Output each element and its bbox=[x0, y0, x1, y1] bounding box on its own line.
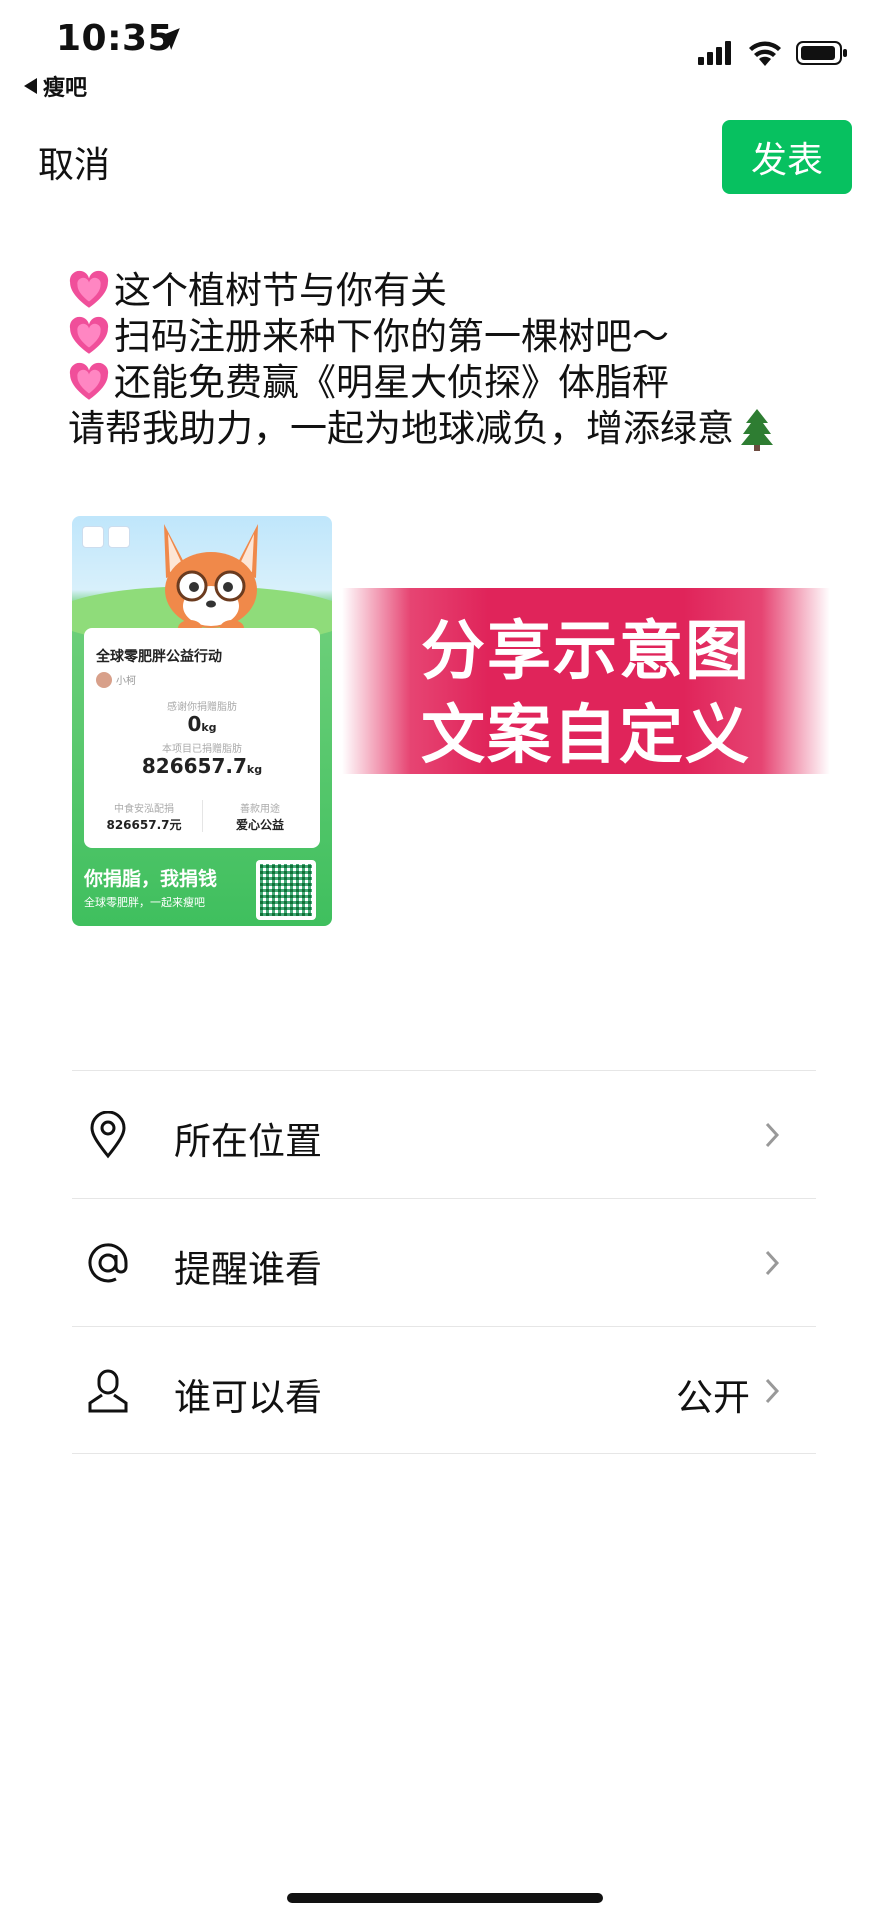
option-visibility[interactable]: 谁可以看 公开 bbox=[72, 1326, 816, 1454]
total-label: 本项目已捐赠脂肪 bbox=[162, 744, 242, 755]
overlay-banner: 分享示意图 文案自定义 bbox=[342, 588, 830, 774]
option-location[interactable]: 所在位置 bbox=[72, 1070, 816, 1198]
system-icons bbox=[698, 40, 848, 66]
card-title: 全球零肥胖公益行动 bbox=[96, 649, 222, 665]
tree-icon bbox=[741, 409, 773, 451]
card-slogan: 你捐脂，我捐钱 bbox=[84, 868, 218, 890]
donation-label: 中食安泓配捐 bbox=[114, 804, 174, 815]
sponsor-logo-icon bbox=[82, 526, 104, 548]
total-value: 826657.7kg bbox=[141, 754, 263, 778]
home-indicator[interactable] bbox=[287, 1893, 603, 1903]
person-icon bbox=[84, 1367, 132, 1415]
heart-icon bbox=[69, 270, 109, 308]
chevron-right-icon bbox=[765, 1122, 780, 1148]
thanks-value: 0kg bbox=[187, 712, 217, 736]
back-triangle-icon bbox=[24, 78, 37, 94]
heart-icon bbox=[69, 362, 109, 400]
option-label: 谁可以看 bbox=[174, 1376, 322, 1419]
post-line-text: 还能免费赢《明星大侦探》体脂秤 bbox=[114, 361, 669, 404]
post-text-area[interactable]: 这个植树节与你有关 扫码注册来种下你的第一棵树吧～ 还能免费赢《明星大侦探》体脂… bbox=[68, 268, 848, 452]
option-value: 公开 bbox=[676, 1376, 750, 1419]
fox-mascot-icon bbox=[164, 524, 258, 636]
chevron-right-icon bbox=[765, 1378, 780, 1404]
usage-value: 爱心公益 bbox=[235, 818, 284, 832]
back-app-label: 瘦吧 bbox=[43, 76, 88, 101]
avatar bbox=[96, 672, 112, 688]
signal-icon bbox=[698, 41, 731, 65]
post-line: 还能免费赢《明星大侦探》体脂秤 bbox=[68, 360, 848, 406]
option-label: 提醒谁看 bbox=[174, 1248, 322, 1291]
location-pin-icon bbox=[84, 1111, 132, 1159]
back-to-app[interactable]: 瘦吧 bbox=[24, 70, 87, 102]
battery-icon bbox=[796, 41, 847, 65]
option-label: 所在位置 bbox=[174, 1120, 322, 1163]
location-arrow-icon bbox=[158, 28, 180, 50]
card-info-panel: 全球零肥胖公益行动 小柯 感谢你捐赠脂肪 0kg 本项目已捐赠脂肪 826657… bbox=[84, 628, 320, 848]
heart-icon bbox=[69, 316, 109, 354]
donation-value: 826657.7元 bbox=[106, 818, 182, 832]
option-mention[interactable]: 提醒谁看 bbox=[72, 1198, 816, 1326]
banner-line-2: 文案自定义 bbox=[421, 699, 751, 773]
thanks-label: 感谢你捐赠脂肪 bbox=[167, 702, 237, 713]
post-line: 请帮我助力，一起为地球减负，增添绿意 bbox=[68, 406, 848, 452]
attached-image[interactable]: 全球零肥胖公益行动 小柯 感谢你捐赠脂肪 0kg 本项目已捐赠脂肪 826657… bbox=[72, 516, 332, 926]
usage-label: 善款用途 bbox=[240, 804, 280, 815]
post-line-text: 请帮我助力，一起为地球减负，增添绿意 bbox=[68, 407, 734, 450]
cancel-button[interactable]: 取消 bbox=[38, 136, 110, 188]
options-list: 所在位置 提醒谁看 谁可以看 公开 bbox=[72, 1070, 816, 1454]
qr-code-icon bbox=[256, 860, 316, 920]
post-line: 扫码注册来种下你的第一棵树吧～ bbox=[68, 314, 848, 360]
card-username: 小柯 bbox=[116, 676, 136, 687]
divider bbox=[202, 800, 203, 832]
post-line-text: 扫码注册来种下你的第一棵树吧～ bbox=[114, 315, 669, 358]
at-sign-icon bbox=[84, 1239, 132, 1287]
banner-line-1: 分享示意图 bbox=[421, 615, 751, 689]
partner-logo-icon bbox=[108, 526, 130, 548]
wifi-icon bbox=[749, 41, 781, 66]
post-line-text: 这个植树节与你有关 bbox=[114, 269, 447, 312]
status-bar: 10:35 瘦吧 bbox=[0, 0, 888, 102]
chevron-right-icon bbox=[765, 1250, 780, 1276]
card-subslogan: 全球零肥胖，一起来瘦吧 bbox=[84, 896, 205, 909]
post-line: 这个植树节与你有关 bbox=[68, 268, 848, 314]
publish-button[interactable]: 发表 bbox=[722, 120, 852, 194]
